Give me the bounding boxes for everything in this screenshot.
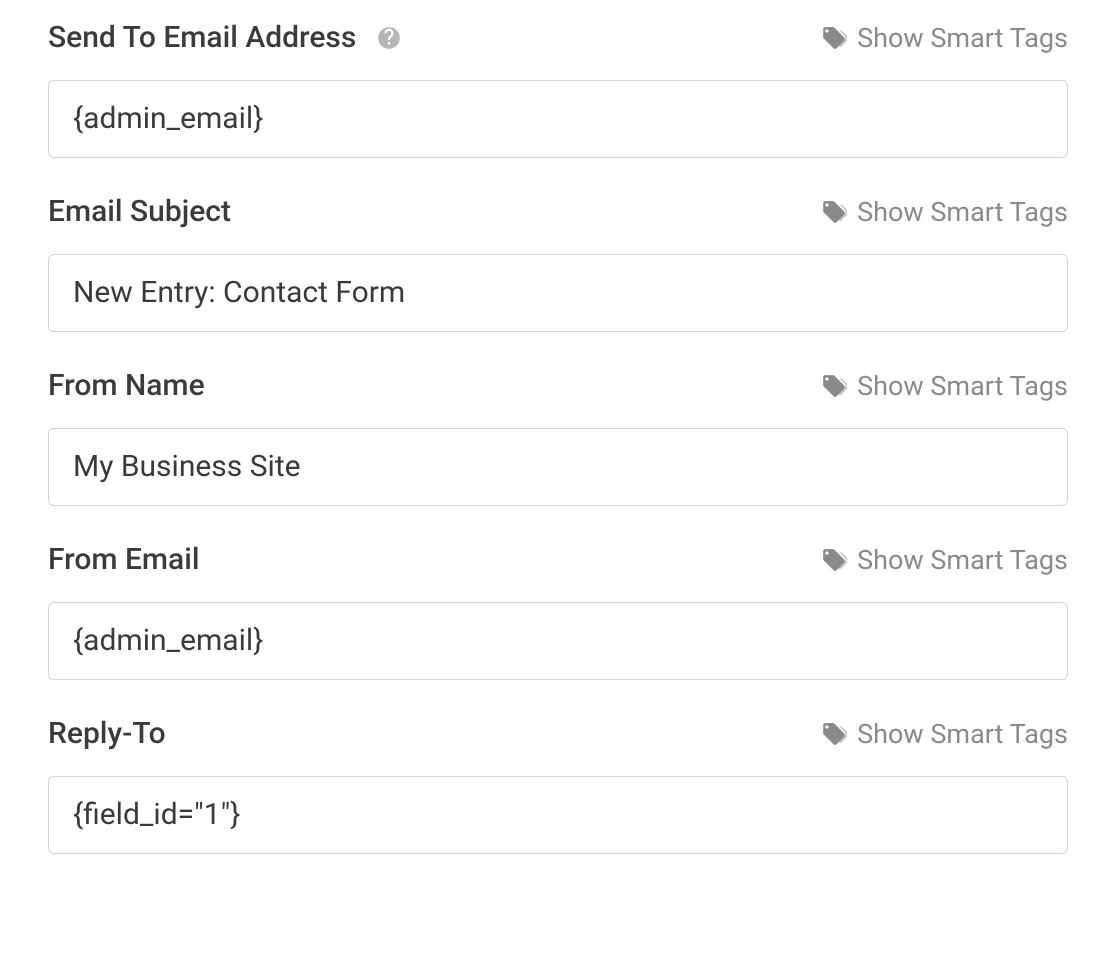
from-name-input[interactable]: [48, 428, 1068, 506]
reply-to-label: Reply-To: [48, 716, 166, 752]
tags-icon: [821, 25, 847, 51]
tags-icon: [821, 373, 847, 399]
field-label-wrap: Send To Email Address: [48, 20, 402, 56]
field-from-email: From Email Show Smart Tags: [48, 542, 1068, 680]
smart-tags-label: Show Smart Tags: [857, 370, 1068, 402]
show-smart-tags-link[interactable]: Show Smart Tags: [821, 718, 1068, 750]
field-from-name: From Name Show Smart Tags: [48, 368, 1068, 506]
from-email-input[interactable]: [48, 602, 1068, 680]
show-smart-tags-link[interactable]: Show Smart Tags: [821, 22, 1068, 54]
show-smart-tags-link[interactable]: Show Smart Tags: [821, 370, 1068, 402]
smart-tags-label: Show Smart Tags: [857, 196, 1068, 228]
tags-icon: [821, 721, 847, 747]
field-label-wrap: From Email: [48, 542, 200, 578]
field-header: From Email Show Smart Tags: [48, 542, 1068, 578]
field-header: Reply-To Show Smart Tags: [48, 716, 1068, 752]
field-reply-to: Reply-To Show Smart Tags: [48, 716, 1068, 854]
tags-icon: [821, 547, 847, 573]
field-email-subject: Email Subject Show Smart Tags: [48, 194, 1068, 332]
send-to-label: Send To Email Address: [48, 20, 356, 56]
send-to-input[interactable]: [48, 80, 1068, 158]
smart-tags-label: Show Smart Tags: [857, 544, 1068, 576]
from-email-label: From Email: [48, 542, 200, 578]
help-icon[interactable]: [376, 25, 402, 51]
smart-tags-label: Show Smart Tags: [857, 22, 1068, 54]
email-subject-label: Email Subject: [48, 194, 231, 230]
email-subject-input[interactable]: [48, 254, 1068, 332]
field-header: From Name Show Smart Tags: [48, 368, 1068, 404]
field-header: Email Subject Show Smart Tags: [48, 194, 1068, 230]
field-send-to: Send To Email Address Show Smart Tags: [48, 20, 1068, 158]
field-label-wrap: Reply-To: [48, 716, 166, 752]
field-header: Send To Email Address Show Smart Tags: [48, 20, 1068, 56]
smart-tags-label: Show Smart Tags: [857, 718, 1068, 750]
field-label-wrap: Email Subject: [48, 194, 231, 230]
reply-to-input[interactable]: [48, 776, 1068, 854]
from-name-label: From Name: [48, 368, 205, 404]
show-smart-tags-link[interactable]: Show Smart Tags: [821, 544, 1068, 576]
tags-icon: [821, 199, 847, 225]
show-smart-tags-link[interactable]: Show Smart Tags: [821, 196, 1068, 228]
field-label-wrap: From Name: [48, 368, 205, 404]
